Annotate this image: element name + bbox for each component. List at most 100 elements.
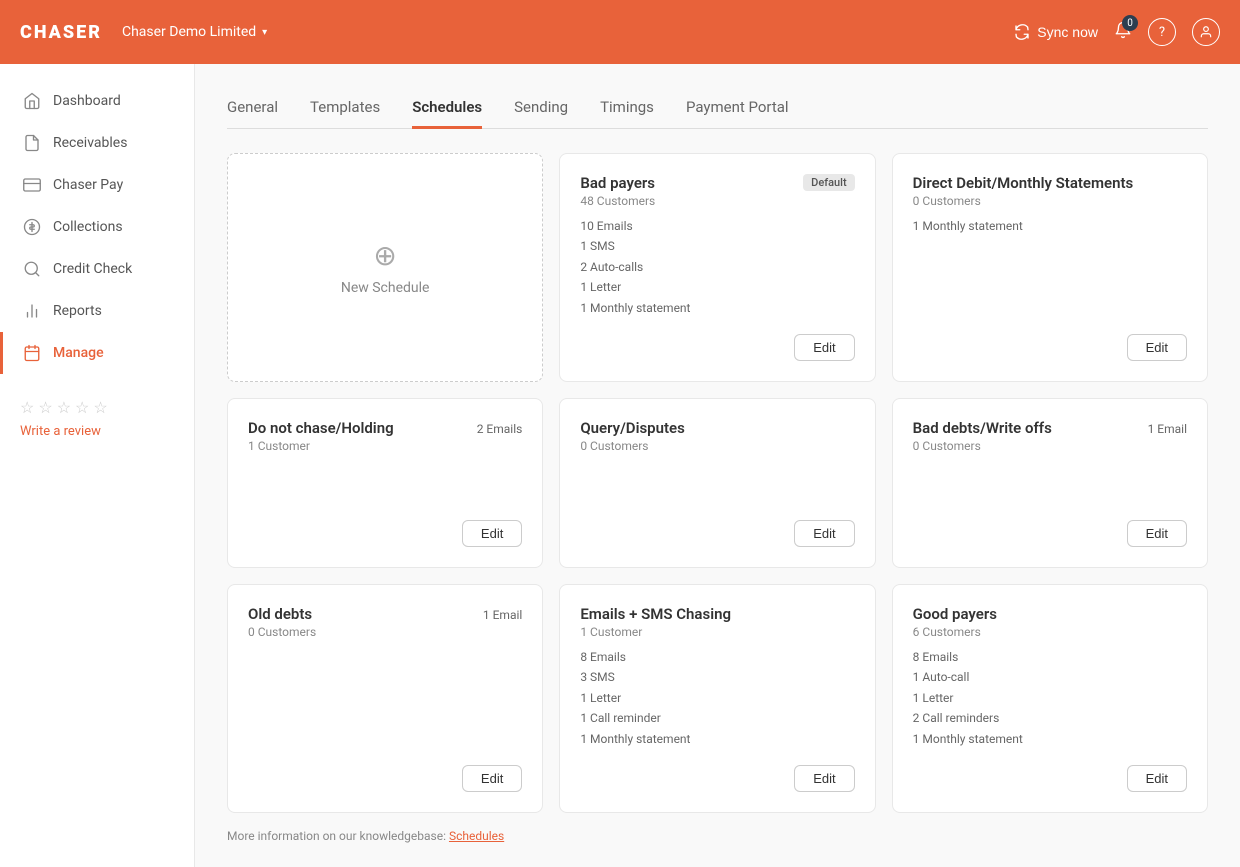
star-5[interactable]: ☆ bbox=[93, 398, 107, 417]
card-footer-direct-debit: Edit bbox=[913, 334, 1187, 361]
edit-button-old-debts[interactable]: Edit bbox=[462, 765, 522, 792]
card-header-query-disputes: Query/Disputes 0 Customers bbox=[580, 419, 854, 453]
sidebar-label-chaser-pay: Chaser Pay bbox=[53, 177, 123, 193]
card-title-bad-debts: Bad debts/Write offs bbox=[913, 419, 1052, 437]
tab-general[interactable]: General bbox=[227, 88, 278, 129]
tab-payment-portal[interactable]: Payment Portal bbox=[686, 88, 789, 129]
edit-button-bad-payers[interactable]: Edit bbox=[794, 334, 854, 361]
sidebar-label-reports: Reports bbox=[53, 303, 102, 319]
tab-timings[interactable]: Timings bbox=[600, 88, 654, 129]
card-count-do-not-chase: 1 Customer bbox=[248, 439, 394, 453]
tab-templates[interactable]: Templates bbox=[310, 88, 380, 129]
schedule-card-emails-sms: Emails + SMS Chasing 1 Customer 8 Emails… bbox=[559, 584, 875, 813]
star-4[interactable]: ☆ bbox=[75, 398, 89, 417]
card-title-do-not-chase: Do not chase/Holding bbox=[248, 419, 394, 437]
dollar-icon bbox=[23, 218, 41, 236]
star-1[interactable]: ☆ bbox=[20, 398, 34, 417]
card-stat-right-do-not-chase: 2 Emails bbox=[477, 419, 523, 439]
card-title-old-debts: Old debts bbox=[248, 605, 316, 623]
sidebar-item-dashboard[interactable]: Dashboard bbox=[0, 80, 194, 122]
notification-bell[interactable]: 0 bbox=[1114, 21, 1132, 43]
help-button[interactable]: ? bbox=[1148, 18, 1176, 46]
schedule-card-old-debts: Old debts 0 Customers 1 Email Edit bbox=[227, 584, 543, 813]
sidebar-item-collections[interactable]: Collections bbox=[0, 206, 194, 248]
sync-button[interactable]: Sync now bbox=[1013, 23, 1098, 41]
card-footer-do-not-chase: Edit bbox=[248, 520, 522, 547]
file-icon bbox=[23, 134, 41, 152]
card-count-good-payers: 6 Customers bbox=[913, 625, 997, 639]
user-avatar[interactable] bbox=[1192, 18, 1220, 46]
card-footer-good-payers: Edit bbox=[913, 765, 1187, 792]
review-section: ☆ ☆ ☆ ☆ ☆ Write a review bbox=[0, 382, 194, 455]
star-3[interactable]: ☆ bbox=[57, 398, 71, 417]
card-footer-old-debts: Edit bbox=[248, 765, 522, 792]
card-title-good-payers: Good payers bbox=[913, 605, 997, 623]
card-title-bad-payers: Bad payers bbox=[580, 174, 655, 192]
card-stats-emails-sms: 8 Emails3 SMS1 Letter1 Call reminder1 Mo… bbox=[580, 647, 854, 749]
sidebar-item-credit-check[interactable]: Credit Check bbox=[0, 248, 194, 290]
home-icon bbox=[23, 92, 41, 110]
schedule-grid-row2: Do not chase/Holding 1 Customer 2 Emails… bbox=[227, 398, 1208, 568]
company-selector[interactable]: Chaser Demo Limited ▾ bbox=[122, 24, 267, 40]
footer-link[interactable]: Schedules bbox=[449, 829, 504, 843]
tab-bar: General Templates Schedules Sending Timi… bbox=[227, 88, 1208, 129]
card-title-query-disputes: Query/Disputes bbox=[580, 419, 684, 437]
card-header-good-payers: Good payers 6 Customers bbox=[913, 605, 1187, 639]
footer-info: More information on our knowledgebase: S… bbox=[227, 829, 1208, 843]
card-stats-direct-debit: 1 Monthly statement bbox=[913, 216, 1187, 236]
schedule-card-do-not-chase: Do not chase/Holding 1 Customer 2 Emails… bbox=[227, 398, 543, 568]
card-stat-right-old-debts: 1 Email bbox=[483, 605, 522, 625]
write-review-link[interactable]: Write a review bbox=[20, 424, 101, 439]
card-count-old-debts: 0 Customers bbox=[248, 625, 316, 639]
sidebar-item-reports[interactable]: Reports bbox=[0, 290, 194, 332]
card-header-emails-sms: Emails + SMS Chasing 1 Customer bbox=[580, 605, 854, 639]
card-stats-bad-payers: 10 Emails1 SMS2 Auto-calls1 Letter1 Mont… bbox=[580, 216, 854, 318]
edit-button-direct-debit[interactable]: Edit bbox=[1127, 334, 1187, 361]
tab-schedules[interactable]: Schedules bbox=[412, 88, 482, 129]
chevron-down-icon: ▾ bbox=[262, 27, 267, 38]
schedule-card-bad-payers: Bad payers 48 Customers Default 10 Email… bbox=[559, 153, 875, 382]
schedule-card-good-payers: Good payers 6 Customers 8 Emails1 Auto-c… bbox=[892, 584, 1208, 813]
card-count-emails-sms: 1 Customer bbox=[580, 625, 731, 639]
card-header-do-not-chase: Do not chase/Holding 1 Customer 2 Emails bbox=[248, 419, 522, 453]
sidebar: Dashboard Receivables Chaser Pay Collect… bbox=[0, 64, 195, 867]
main-content: General Templates Schedules Sending Timi… bbox=[195, 64, 1240, 867]
notification-count: 0 bbox=[1122, 15, 1138, 31]
card-footer-query-disputes: Edit bbox=[580, 520, 854, 547]
add-icon: ⊕ bbox=[373, 239, 396, 272]
sidebar-label-credit-check: Credit Check bbox=[53, 261, 132, 277]
card-count-bad-debts: 0 Customers bbox=[913, 439, 1052, 453]
card-header-bad-debts: Bad debts/Write offs 0 Customers 1 Email bbox=[913, 419, 1187, 453]
edit-button-do-not-chase[interactable]: Edit bbox=[462, 520, 522, 547]
main-layout: Dashboard Receivables Chaser Pay Collect… bbox=[0, 64, 1240, 867]
card-stat-right-bad-debts: 1 Email bbox=[1148, 419, 1187, 439]
card-title-emails-sms: Emails + SMS Chasing bbox=[580, 605, 731, 623]
card-header-old-debts: Old debts 0 Customers 1 Email bbox=[248, 605, 522, 639]
default-badge-bad-payers: Default bbox=[803, 174, 854, 191]
sync-icon bbox=[1013, 23, 1031, 41]
user-icon bbox=[1199, 25, 1213, 39]
schedule-card-bad-debts: Bad debts/Write offs 0 Customers 1 Email… bbox=[892, 398, 1208, 568]
edit-button-emails-sms[interactable]: Edit bbox=[794, 765, 854, 792]
edit-button-good-payers[interactable]: Edit bbox=[1127, 765, 1187, 792]
star-rating: ☆ ☆ ☆ ☆ ☆ bbox=[20, 398, 174, 417]
schedule-grid-row3: Old debts 0 Customers 1 Email Edit Email… bbox=[227, 584, 1208, 813]
schedule-card-direct-debit: Direct Debit/Monthly Statements 0 Custom… bbox=[892, 153, 1208, 382]
sidebar-label-receivables: Receivables bbox=[53, 135, 127, 151]
edit-button-bad-debts[interactable]: Edit bbox=[1127, 520, 1187, 547]
tab-sending[interactable]: Sending bbox=[514, 88, 568, 129]
sidebar-label-dashboard: Dashboard bbox=[53, 93, 121, 109]
sidebar-item-manage[interactable]: Manage bbox=[0, 332, 194, 374]
card-count-bad-payers: 48 Customers bbox=[580, 194, 655, 208]
card-title-direct-debit: Direct Debit/Monthly Statements bbox=[913, 174, 1134, 192]
card-footer-emails-sms: Edit bbox=[580, 765, 854, 792]
card-footer-bad-debts: Edit bbox=[913, 520, 1187, 547]
footer-text: More information on our knowledgebase: bbox=[227, 829, 449, 843]
new-schedule-card[interactable]: ⊕ New Schedule bbox=[227, 153, 543, 382]
sidebar-item-chaser-pay[interactable]: Chaser Pay bbox=[0, 164, 194, 206]
search-icon bbox=[23, 260, 41, 278]
edit-button-query-disputes[interactable]: Edit bbox=[794, 520, 854, 547]
star-2[interactable]: ☆ bbox=[38, 398, 52, 417]
sidebar-item-receivables[interactable]: Receivables bbox=[0, 122, 194, 164]
card-header-direct-debit: Direct Debit/Monthly Statements 0 Custom… bbox=[913, 174, 1187, 208]
